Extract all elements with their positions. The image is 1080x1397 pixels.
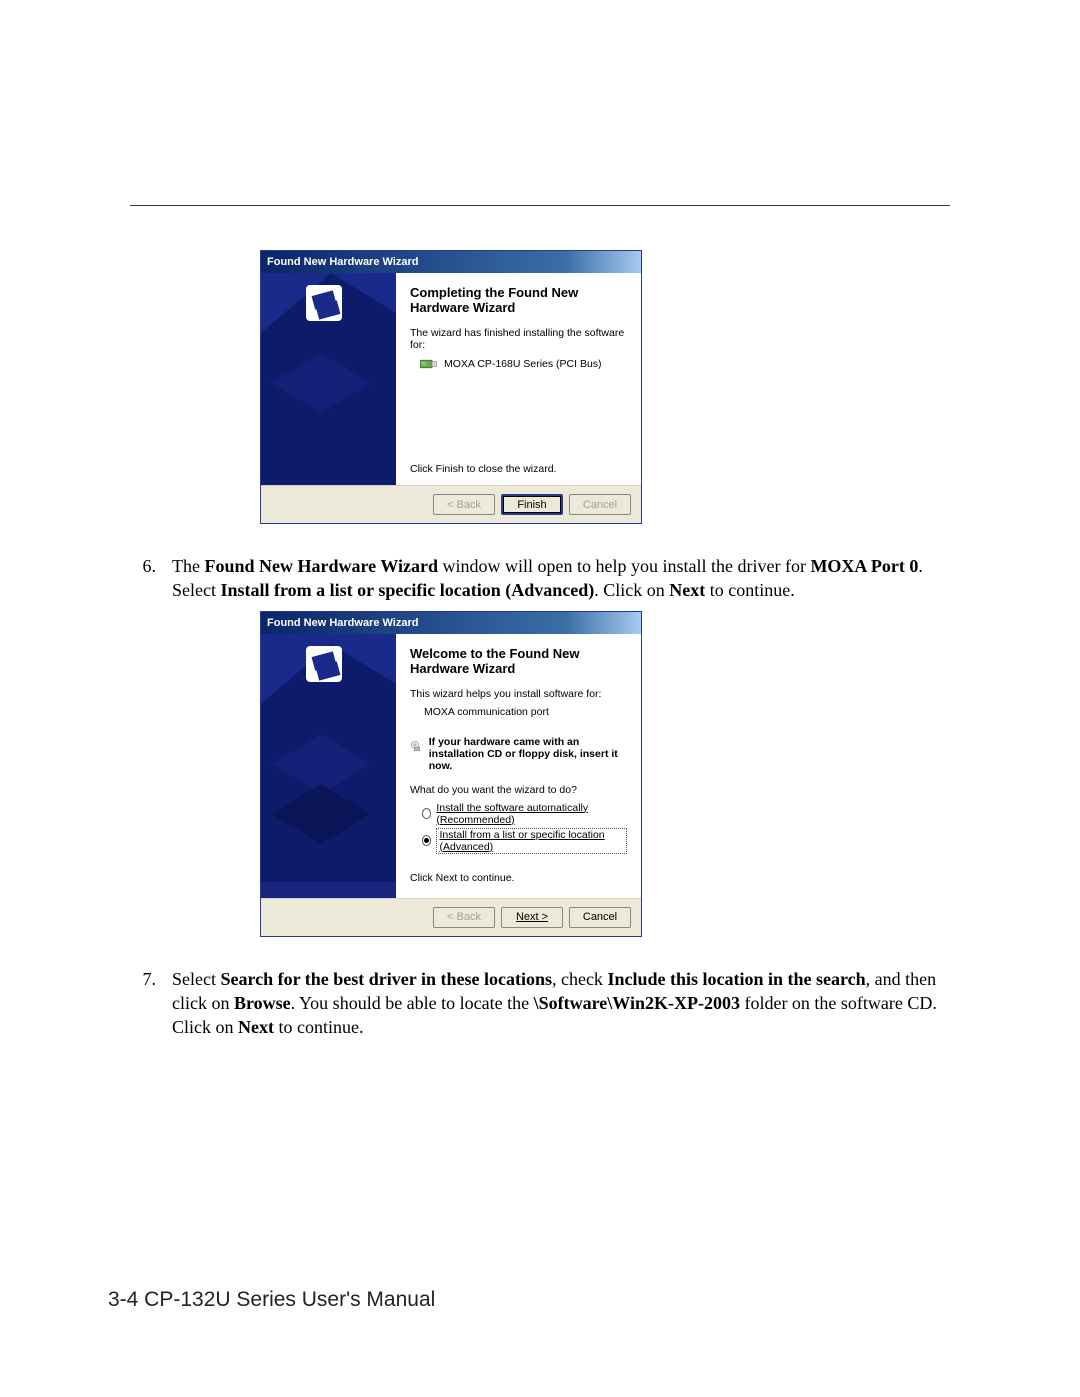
page-content: Found New Hardware Wizard [130,250,950,1039]
dialog-body: Welcome to the Found New Hardware Wizard… [261,634,641,898]
next-hint: Click Next to continue. [410,872,627,884]
step-number: 7. [130,967,156,1040]
finish-button[interactable]: Finish [501,494,563,515]
device-name: MOXA CP-168U Series (PCI Bus) [444,358,602,370]
dialog-body: Completing the Found New Hardware Wizard… [261,273,641,485]
hardware-wizard-dialog-welcome: Found New Hardware Wizard [260,611,642,937]
device-icon [420,357,438,371]
header-rule [130,205,950,206]
back-button[interactable]: < Back [433,907,495,928]
back-button[interactable]: < Back [433,494,495,515]
radio-option-list[interactable]: Install from a list or specific location… [422,828,627,854]
hardware-wizard-dialog-complete: Found New Hardware Wizard [260,250,642,524]
radio-label: Install from a list or specific location… [436,828,627,854]
dialog-subtext: This wizard helps you install software f… [410,688,627,700]
step-list-2: 7. Select Search for the best driver in … [130,967,950,1040]
dialog-sidebar-graphic [261,634,396,898]
dialog-titlebar: Found New Hardware Wizard [261,251,641,273]
cd-icon [410,736,421,756]
step-6: 6. The Found New Hardware Wizard window … [130,554,950,603]
dialog-heading: Welcome to the Found New Hardware Wizard [410,646,627,676]
cancel-button[interactable]: Cancel [569,494,631,515]
page-footer: 3-4 CP-132U Series User's Manual [108,1288,435,1312]
dialog-title: Found New Hardware Wizard [267,617,418,629]
radio-icon-selected [422,835,431,846]
step-7: 7. Select Search for the best driver in … [130,967,950,1040]
cd-note: If your hardware came with an installati… [410,736,627,772]
device-name: MOXA communication port [424,706,627,718]
device-row: MOXA CP-168U Series (PCI Bus) [420,357,627,371]
screenshot-2: Found New Hardware Wizard [260,611,950,937]
dialog-footer: < Back Finish Cancel [261,485,641,523]
radio-label: Install the software automatically (Reco… [436,802,627,826]
step-text: The Found New Hardware Wizard window wil… [172,554,950,603]
next-button[interactable]: Next > [501,907,563,928]
close-hint: Click Finish to close the wizard. [410,463,556,475]
dialog-heading: Completing the Found New Hardware Wizard [410,285,627,315]
dialog-footer: < Back Next > Cancel [261,898,641,936]
dialog-sidebar-graphic [261,273,396,485]
dialog-titlebar: Found New Hardware Wizard [261,612,641,634]
step-text: Select Search for the best driver in the… [172,967,950,1040]
screenshot-1: Found New Hardware Wizard [260,250,950,524]
radio-option-auto[interactable]: Install the software automatically (Reco… [422,802,627,826]
dialog-subtext: The wizard has finished installing the s… [410,327,627,351]
dialog-title: Found New Hardware Wizard [267,256,418,268]
step-number: 6. [130,554,156,603]
step-list: 6. The Found New Hardware Wizard window … [130,554,950,603]
dialog-main: Completing the Found New Hardware Wizard… [396,273,641,485]
wizard-prompt: What do you want the wizard to do? [410,784,627,796]
radio-icon [422,808,431,819]
manual-page: Found New Hardware Wizard [0,0,1080,1397]
cancel-button[interactable]: Cancel [569,907,631,928]
dialog-main: Welcome to the Found New Hardware Wizard… [396,634,641,898]
